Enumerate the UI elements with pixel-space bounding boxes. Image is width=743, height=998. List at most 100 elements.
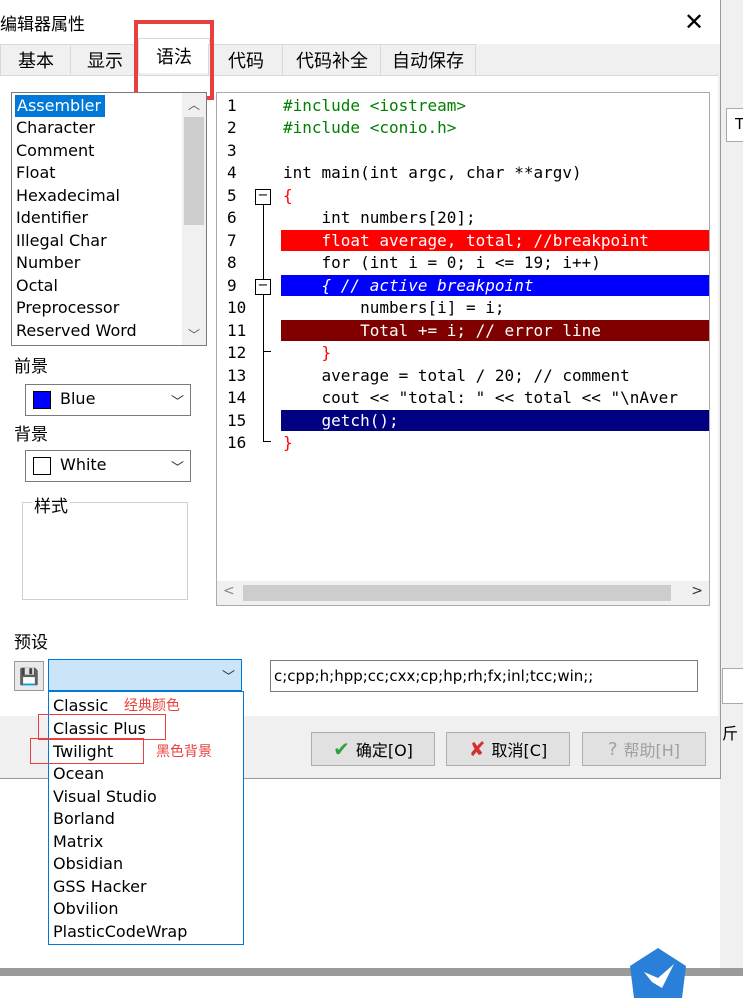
preset-option[interactable]: Visual Studio	[53, 786, 157, 808]
scroll-left-icon[interactable]: <	[223, 583, 235, 599]
preset-option[interactable]: Matrix	[53, 831, 103, 853]
line-number: 5	[227, 186, 237, 205]
code-line: int main(int argc, char **argv)	[283, 163, 582, 182]
line-number: 14	[227, 388, 247, 407]
background-swatch	[33, 457, 51, 475]
code-line: numbers[i] = i;	[283, 298, 505, 317]
scroll-thumb[interactable]	[184, 117, 204, 225]
list-item[interactable]: Float	[16, 162, 56, 184]
background-field-2	[722, 668, 743, 704]
file-extensions-input[interactable]: c;cpp;h;hpp;cc;cxx;cp;hp;rh;fx;inl;tcc;w…	[270, 660, 698, 692]
dialog-title: 编辑器属性	[0, 15, 85, 35]
list-item[interactable]: Character	[16, 117, 95, 139]
list-scrollbar[interactable]: ︿ ﹀	[182, 93, 206, 345]
list-item[interactable]: Hexadecimal	[16, 185, 120, 207]
preset-option[interactable]: Obvilion	[53, 898, 118, 920]
list-item[interactable]: Octal	[16, 275, 58, 297]
list-item[interactable]: Comment	[16, 140, 94, 162]
preset-option[interactable]: Borland	[53, 808, 115, 830]
code-preview[interactable]: − − 1 #include <iostream> 2 #include <coni…	[216, 92, 710, 606]
foreground-color-select[interactable]: Blue ﹀	[25, 384, 191, 416]
preset-option[interactable]: Obsidian	[53, 853, 123, 875]
list-item[interactable]: Preprocessor	[16, 297, 119, 319]
save-preset-icon[interactable]: 💾	[14, 661, 44, 691]
background-label: 背景	[14, 425, 48, 445]
code-line: { // active breakpoint	[283, 276, 534, 295]
list-item[interactable]: Number	[16, 252, 80, 274]
code-line: int numbers[20];	[283, 208, 476, 227]
background-field: T	[726, 108, 743, 142]
code-line: float average, total; //breakpoint	[283, 231, 650, 250]
tab-bar: 基本 显示 语法 代码 代码补全 自动保存	[0, 38, 720, 76]
editor-properties-dialog: 编辑器属性 ✕ 基本 显示 语法 代码 代码补全 自动保存 Assembler …	[0, 0, 721, 779]
scroll-right-icon[interactable]: >	[691, 583, 703, 599]
background-color-select[interactable]: White ﹀	[25, 450, 191, 482]
x-icon: ✘	[468, 737, 486, 761]
code-line: getch();	[283, 411, 399, 430]
line-number: 8	[227, 253, 237, 272]
code-line: #include <conio.h>	[283, 118, 457, 137]
check-icon: ✔	[333, 737, 350, 761]
background-app	[720, 0, 743, 976]
annotation-classic: 经典颜色	[124, 698, 180, 714]
foreground-value: Blue	[60, 389, 96, 408]
annotation-box-classic-plus	[38, 714, 166, 740]
preset-select[interactable]: ﹀	[48, 659, 242, 691]
line-number: 4	[227, 163, 237, 182]
line-number: 15	[227, 411, 247, 430]
code-line: }	[283, 343, 332, 362]
file-extensions-value: c;cpp;h;hpp;cc;cxx;cp;hp;rh;fx;inl;tcc;w…	[274, 667, 594, 685]
background-label: T	[735, 115, 743, 133]
foreground-label: 前景	[14, 357, 48, 377]
scroll-down-icon[interactable]: ﹀	[182, 323, 206, 345]
cancel-button-label: 取消[C]	[491, 741, 548, 760]
title-bar: 编辑器属性 ✕	[0, 0, 720, 44]
code-line: }	[283, 433, 293, 452]
line-number: 11	[227, 321, 247, 340]
annotation-box-twilight	[30, 738, 144, 764]
close-button[interactable]: ✕	[670, 4, 718, 40]
line-number: 7	[227, 231, 237, 250]
code-line: Total += i; // error line	[283, 321, 601, 340]
tab-code-completion[interactable]: 代码补全	[282, 44, 382, 75]
tab-code[interactable]: 代码	[208, 44, 284, 75]
background-value: White	[60, 455, 107, 474]
code-hscrollbar[interactable]: < >	[217, 581, 709, 605]
code-line: {	[283, 186, 293, 205]
token-type-list[interactable]: Assembler Character Comment Float Hexade…	[11, 92, 207, 346]
line-number: 3	[227, 141, 237, 160]
bird-logo-icon	[630, 948, 686, 998]
hscroll-thumb[interactable]	[243, 585, 671, 601]
presets-label: 预设	[14, 633, 48, 653]
foreground-swatch	[33, 391, 51, 409]
line-number: 1	[227, 96, 237, 115]
tab-basic[interactable]: 基本	[0, 44, 72, 75]
ok-button-label: 确定[O]	[355, 741, 413, 760]
chevron-down-icon: ﹀	[170, 461, 184, 476]
code-line: average = total / 20; // comment	[283, 366, 630, 385]
code-line: #include <iostream>	[283, 96, 467, 115]
help-button[interactable]: ? 帮助[H]	[582, 732, 706, 766]
preset-option[interactable]: Ocean	[53, 763, 104, 785]
list-item-assembler[interactable]: Assembler	[15, 95, 106, 117]
list-item[interactable]: Reserved Word	[16, 320, 137, 342]
tab-autosave[interactable]: 自动保存	[380, 44, 476, 75]
scroll-up-icon[interactable]: ︿	[182, 93, 206, 115]
code-line: cout << "total: " << total << "\nAver	[283, 388, 678, 407]
list-item[interactable]: Identifier	[16, 207, 88, 229]
line-number: 9	[227, 276, 237, 295]
tab-display[interactable]: 显示	[70, 44, 140, 75]
help-button-label: 帮助[H]	[623, 741, 681, 760]
chevron-down-icon: ﹀	[221, 670, 235, 685]
question-icon: ?	[607, 738, 618, 760]
style-group-label: 样式	[32, 492, 70, 517]
ok-button[interactable]: ✔ 确定[O]	[311, 732, 435, 766]
preset-option[interactable]: PlasticCodeWrap	[53, 921, 187, 943]
line-number: 12	[227, 343, 247, 362]
line-number: 6	[227, 208, 237, 227]
cancel-button[interactable]: ✘ 取消[C]	[446, 732, 570, 766]
list-item[interactable]: Illegal Char	[16, 230, 107, 252]
preset-option[interactable]: GSS Hacker	[53, 876, 147, 898]
line-number: 16	[227, 433, 247, 452]
tab-highlight-box	[134, 20, 214, 100]
